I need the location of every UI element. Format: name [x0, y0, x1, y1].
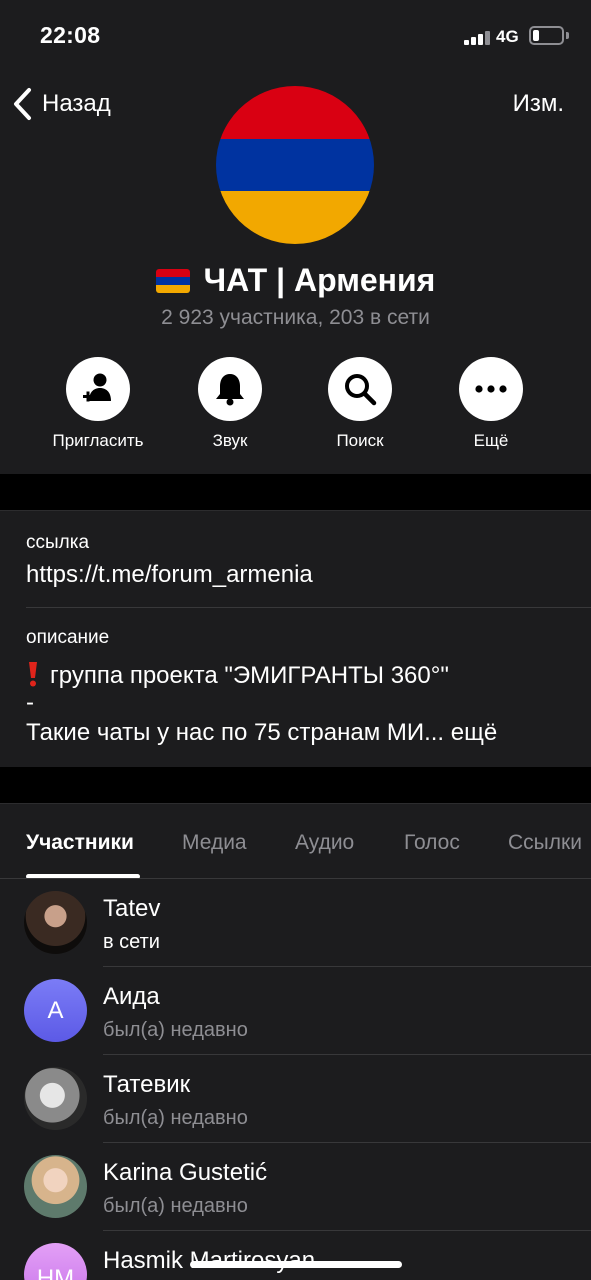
signal-icon [464, 30, 490, 45]
member-row[interactable]: Tatev в сети [0, 879, 591, 967]
avatar [24, 1067, 87, 1130]
tab-audio[interactable]: Аудио [295, 831, 354, 855]
flag-stripe-blue [216, 138, 374, 192]
description-line-1: группа проекта "ЭМИГРАНТЫ 360°" [26, 657, 449, 690]
invite-button[interactable]: Пригласить [33, 357, 163, 451]
member-row[interactable]: HM Hasmik Martirosyan [0, 1231, 591, 1280]
chevron-left-icon [14, 88, 31, 120]
member-row[interactable]: Karina Gustetić был(а) недавно [0, 1143, 591, 1231]
description-line-2: - [26, 689, 34, 716]
tab-voice[interactable]: Голос [404, 831, 460, 855]
member-row[interactable]: Татевик был(а) недавно [0, 1055, 591, 1143]
more-label: Ещё [473, 431, 509, 450]
home-indicator[interactable] [190, 1261, 402, 1268]
members-list: Tatev в сети А Аида был(а) недавно Татев… [0, 879, 591, 1280]
member-name: Аида [103, 983, 160, 1010]
network-type: 4G [496, 27, 519, 46]
search-icon [345, 374, 377, 406]
exclamation-icon [29, 662, 37, 687]
add-user-icon [83, 373, 111, 402]
chat-avatar[interactable] [216, 86, 374, 244]
status-time: 22:08 [40, 22, 101, 48]
avatar: А [24, 979, 87, 1042]
member-status: был(а) недавно [103, 1107, 248, 1129]
avatar: HM [24, 1243, 87, 1280]
member-status: был(а) недавно [103, 1019, 248, 1041]
chat-subtitle: 2 923 участника, 203 в сети [161, 306, 430, 329]
chat-title-text: ЧАТ | Армения [203, 262, 436, 298]
description-line-3: Такие чаты у нас по 75 странам МИ... ещё [26, 719, 498, 746]
battery-tip [566, 32, 569, 39]
link-label: ссылка [26, 532, 90, 553]
tab-media[interactable]: Медиа [182, 831, 247, 855]
member-status: в сети [103, 931, 160, 953]
edit-button[interactable]: Изм. [513, 90, 564, 118]
more-button[interactable]: Ещё [426, 357, 556, 451]
avatar [24, 1155, 87, 1218]
sound-label: Звук [212, 431, 248, 450]
search-button[interactable]: Поиск [295, 357, 425, 451]
more-icon [475, 385, 507, 393]
search-label: Поиск [336, 431, 384, 450]
member-name: Tatev [103, 895, 161, 922]
media-tabs: Участники Медиа Аудио Голос Ссылки [0, 803, 591, 879]
tab-members[interactable]: Участники [26, 831, 134, 855]
avatar [24, 891, 87, 954]
status-bar: 22:08 4G [0, 0, 591, 70]
member-row[interactable]: А Аида был(а) недавно [0, 967, 591, 1055]
chat-title: ЧАТ | Армения [0, 262, 591, 299]
info-section: ссылка https://t.me/forum_armenia описан… [0, 510, 591, 767]
member-name: Karina Gustetić [103, 1159, 268, 1186]
link-value[interactable]: https://t.me/forum_armenia [26, 561, 313, 589]
bell-icon [216, 374, 244, 406]
info-divider [26, 607, 591, 608]
member-name: Татевик [103, 1071, 191, 1098]
sound-button[interactable]: Звук [165, 357, 295, 451]
description-more-link[interactable]: ещё [451, 719, 497, 746]
back-label: Назад [42, 90, 111, 117]
tab-links[interactable]: Ссылки [508, 831, 582, 855]
member-status: был(а) недавно [103, 1195, 248, 1217]
invite-label: Пригласить [52, 431, 144, 450]
description-label: описание [26, 627, 110, 648]
back-button[interactable]: Назад [12, 86, 111, 122]
battery-icon [529, 26, 564, 45]
armenia-flag-icon [155, 268, 190, 293]
